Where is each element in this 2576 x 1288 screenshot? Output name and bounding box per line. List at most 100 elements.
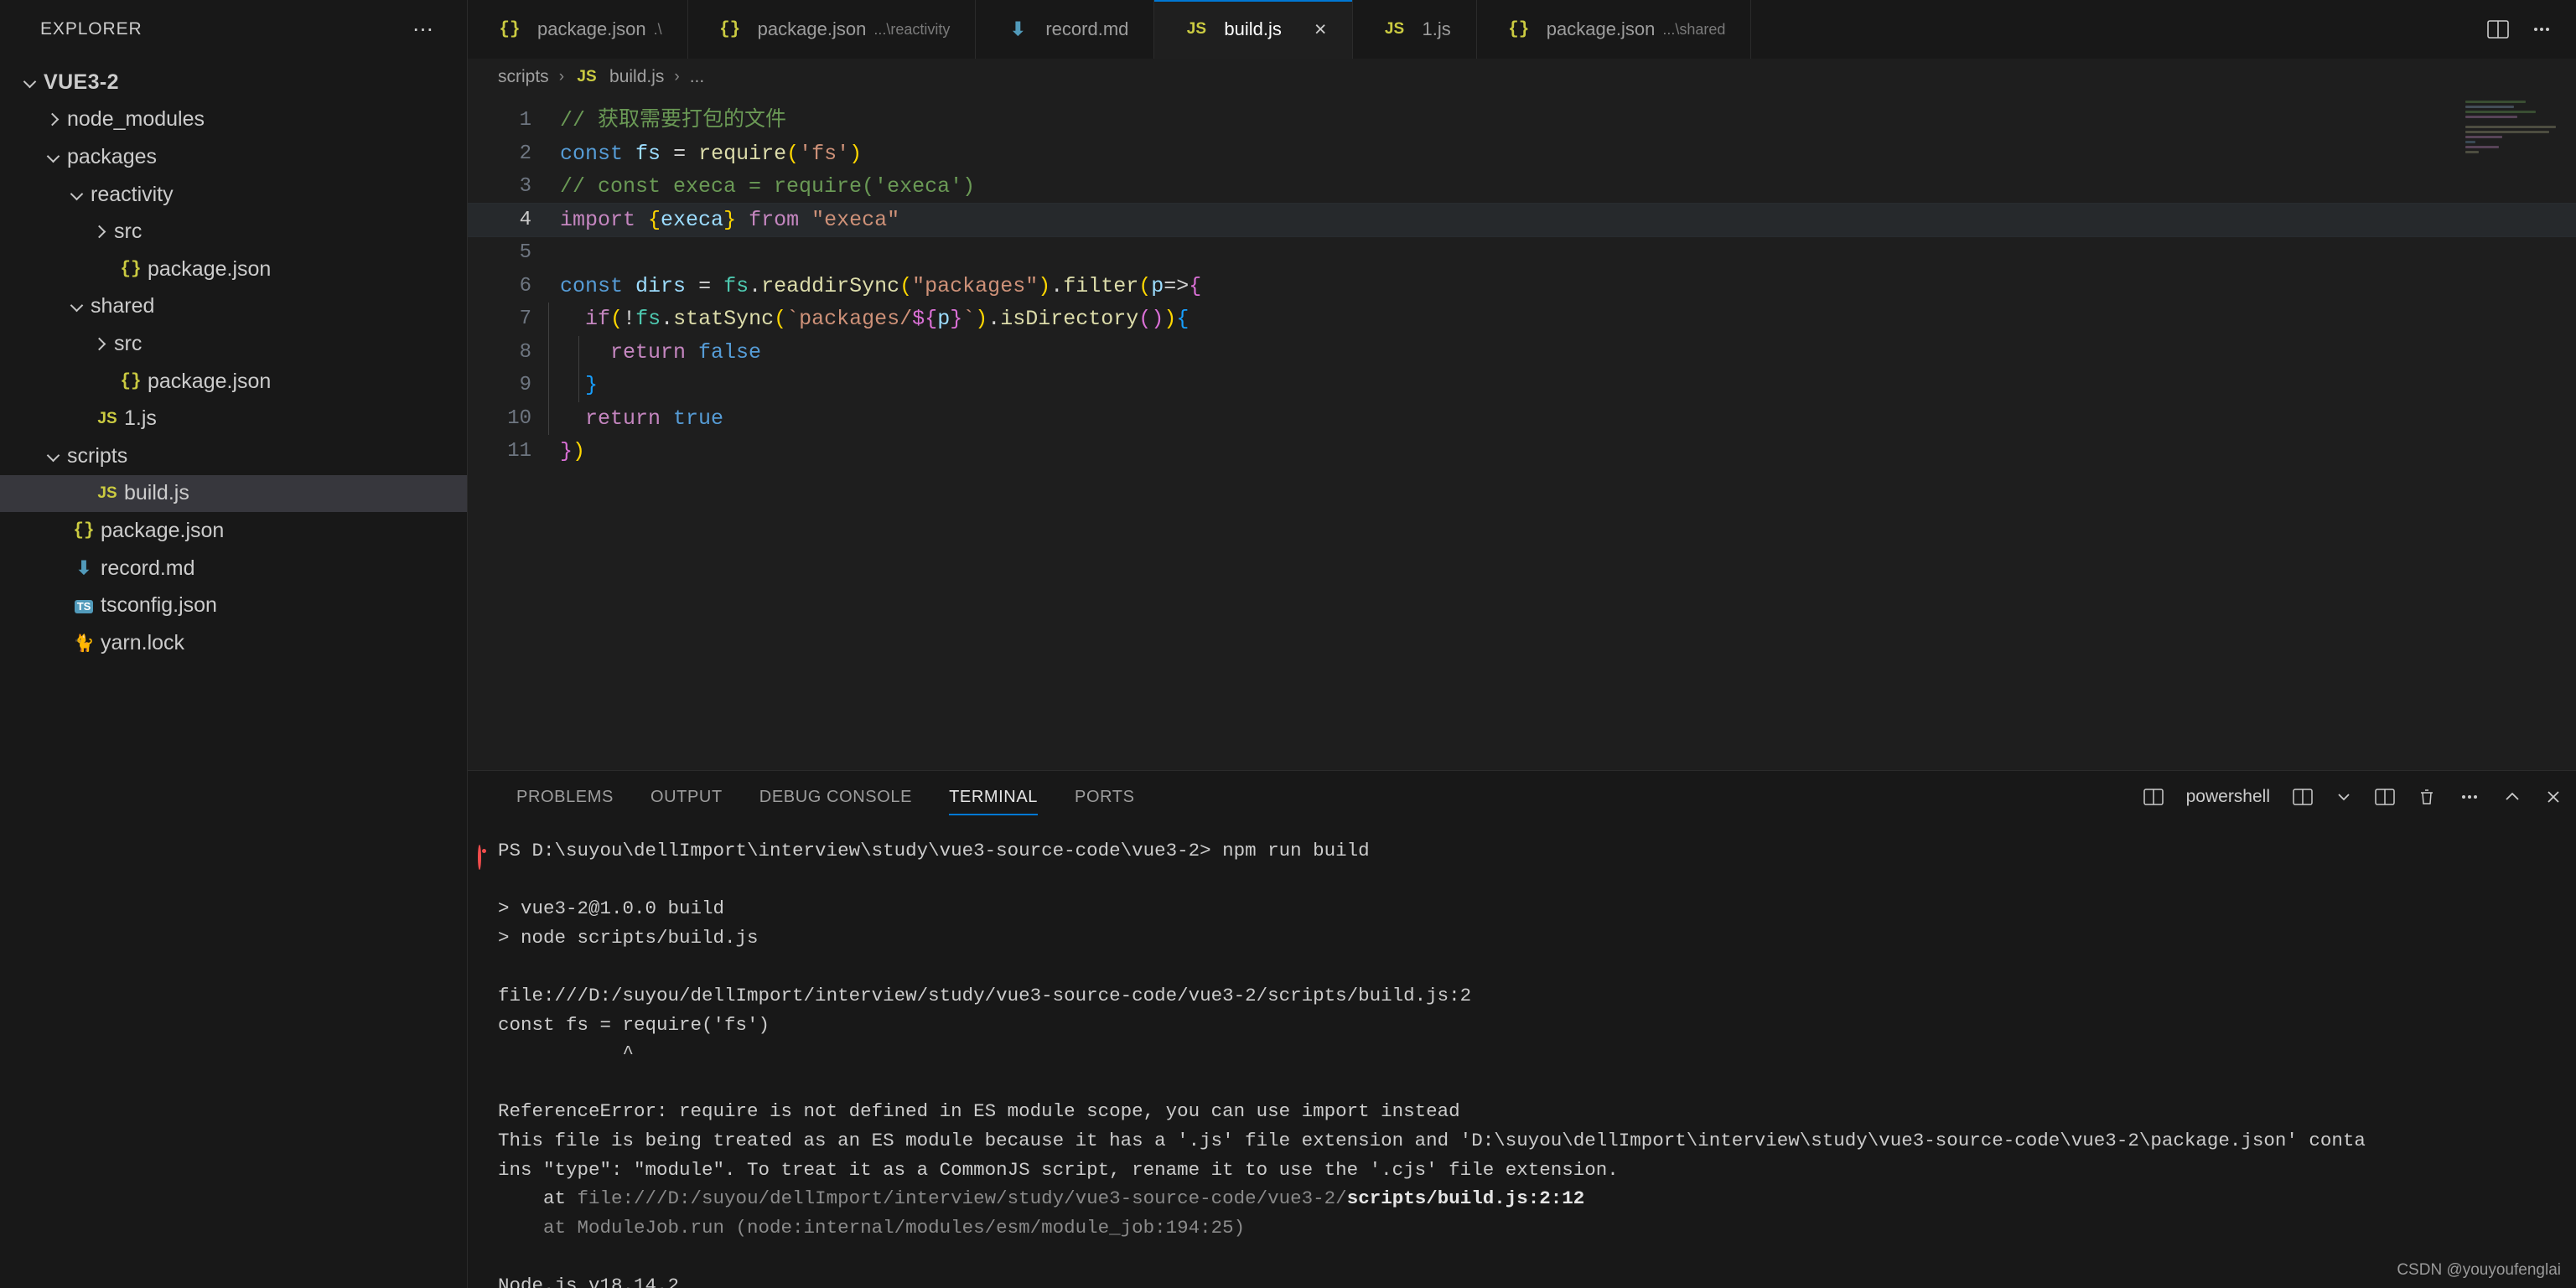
panel-tab-output[interactable]: OUTPUT xyxy=(632,771,741,823)
chevron-down-icon[interactable] xyxy=(2335,789,2352,805)
tree-item-shared[interactable]: shared xyxy=(0,288,467,326)
tab-path-label: .\ xyxy=(653,20,662,38)
terminal-output[interactable]: PS D:\suyou\dellImport\interview\study\v… xyxy=(468,823,2576,1288)
tree-item-scripts[interactable]: scripts xyxy=(0,437,467,475)
yarn-icon: 🐈 xyxy=(73,634,95,653)
tree-item-src[interactable]: src xyxy=(0,213,467,251)
terminal-line-text: > node scripts/build.js xyxy=(498,926,759,949)
code-lines: 1 // 获取需要打包的文件 2 const fs = require('fs') 3 /… xyxy=(468,96,2576,468)
tab-label: record.md xyxy=(1045,18,1129,39)
chevron-up-icon[interactable] xyxy=(2503,789,2522,805)
tree-item-node-modules[interactable]: node_modules xyxy=(0,101,467,139)
terminal-line: ins "type": "module". To treat it as a C… xyxy=(468,1156,2576,1185)
more-actions-icon[interactable] xyxy=(2459,788,2480,806)
editor-tab-package-json-1[interactable]: {} package.json ...\reactivity xyxy=(687,0,977,59)
terminal-line-text: PS D:\suyou\dellImport\interview\study\v… xyxy=(498,840,1370,861)
tab-label: 1.js xyxy=(1422,18,1451,39)
breadcrumb-item[interactable]: scripts xyxy=(498,67,549,87)
line-content: return true xyxy=(548,401,723,435)
editor-tab-1-js[interactable]: JS 1.js xyxy=(1352,0,1477,59)
terminal-line: ^ xyxy=(468,1039,2576,1068)
editor-tab-package-json-0[interactable]: {} package.json .\ xyxy=(468,0,688,59)
terminal-line-text: file:///D:/suyou/dellImport/interview/st… xyxy=(498,984,1472,1006)
tree-item-reactivity[interactable]: reactivity xyxy=(0,176,467,214)
tree-item-label: build.js xyxy=(124,481,189,505)
js-icon: JS xyxy=(577,68,597,85)
new-terminal-icon[interactable] xyxy=(2143,789,2164,805)
json-icon: {} xyxy=(73,520,95,541)
code-line: 3 // const execa = require('execa') xyxy=(468,170,2576,204)
terminal-line: const fs = require('fs') xyxy=(468,1011,2576,1040)
tab-label: package.json xyxy=(757,18,867,39)
tree-item-label: reactivity xyxy=(91,182,174,206)
editor-tab-package-json-5[interactable]: {} package.json ...\shared xyxy=(1476,0,1752,59)
markdown-icon: ⬇ xyxy=(75,557,92,579)
ellipsis-icon[interactable]: ⋯ xyxy=(412,19,435,40)
breadcrumb-item[interactable]: ... xyxy=(690,67,705,87)
split-terminal-icon[interactable] xyxy=(2375,789,2395,805)
tree-item-label: record.md xyxy=(101,556,195,580)
line-content: } xyxy=(548,369,598,402)
tab-close-icon[interactable]: × xyxy=(1314,19,1327,40)
code-line: 9 } xyxy=(468,369,2576,402)
tree-root-vue3-2[interactable]: VUE3-2 xyxy=(0,64,467,101)
tree-item-src[interactable]: src xyxy=(0,325,467,363)
terminal-line-text: ^ xyxy=(498,1042,635,1065)
editor-tabs: {} package.json .\ {} package.json ...\reacti… xyxy=(468,0,2464,59)
panel-tab-debug-console[interactable]: DEBUG CONSOLE xyxy=(741,771,930,823)
tree-item-yarn-lock[interactable]: 🐈 yarn.lock xyxy=(0,624,467,662)
code-line: 8 return false xyxy=(468,335,2576,369)
code-line: 5 xyxy=(468,236,2576,270)
panel-tab-ports[interactable]: PORTS xyxy=(1056,771,1153,823)
line-content: // const execa = require('execa') xyxy=(560,174,976,199)
line-number: 2 xyxy=(519,142,531,165)
terminal-line: at ModuleJob.run (node:internal/modules/… xyxy=(468,1213,2576,1243)
terminal-name-label[interactable]: powershell xyxy=(2186,787,2270,807)
js-icon: JS xyxy=(1384,20,1405,38)
split-editor-icon[interactable] xyxy=(2487,20,2509,39)
line-content: const dirs = fs.readdirSync("packages").… xyxy=(560,273,1202,298)
tree-item-1-js[interactable]: JS 1.js xyxy=(0,400,467,437)
line-number: 6 xyxy=(519,274,531,297)
new-terminal-split-icon[interactable] xyxy=(2293,789,2313,805)
line-number: 7 xyxy=(519,308,531,330)
tree-item-package-json[interactable]: {} package.json xyxy=(0,363,467,401)
tab-path-label: ...\shared xyxy=(1662,20,1726,38)
code-line: 7 if(!fs.statSync(`packages/${p}`).isDir… xyxy=(468,303,2576,336)
json-icon: {} xyxy=(120,371,142,391)
editor-tabbar: {} package.json .\ {} package.json ...\reacti… xyxy=(468,0,2576,59)
tree-item-package-json[interactable]: {} package.json xyxy=(0,251,467,288)
terminal-line-text: at ModuleJob.run (node:internal/modules/… xyxy=(498,1216,1246,1239)
markdown-icon: ⬇ xyxy=(1010,18,1026,39)
code-editor[interactable]: 1 // 获取需要打包的文件 2 const fs = require('fs') 3 /… xyxy=(468,96,2576,770)
close-icon[interactable] xyxy=(2544,789,2563,805)
tree-item-label: src xyxy=(114,331,143,355)
panel-tab-terminal[interactable]: TERMINAL xyxy=(930,771,1056,823)
chevron-down-icon xyxy=(62,183,91,207)
tab-label: package.json xyxy=(537,18,646,39)
chevron-down-icon xyxy=(39,145,67,169)
tree-item-label: src xyxy=(114,220,143,244)
more-actions-icon[interactable] xyxy=(2531,20,2553,39)
tree-item-packages[interactable]: packages xyxy=(0,138,467,176)
tabbar-actions xyxy=(2464,0,2576,59)
chevron-right-icon xyxy=(86,220,114,244)
tree-item-package-json[interactable]: {} package.json xyxy=(0,512,467,550)
tree-item-record-md[interactable]: ⬇ record.md xyxy=(0,550,467,587)
tree-item-tsconfig-json[interactable]: TS tsconfig.json xyxy=(0,587,467,624)
editor-tab-build-js[interactable]: JS build.js × xyxy=(1154,0,1353,59)
json-icon: {} xyxy=(499,19,521,39)
breadcrumb-item[interactable]: build.js xyxy=(609,67,664,87)
tree-item-label: yarn.lock xyxy=(101,630,185,654)
line-number: 1 xyxy=(519,109,531,132)
trash-icon[interactable] xyxy=(2418,788,2436,806)
line-number: 10 xyxy=(507,406,531,430)
panel-tab-problems[interactable]: PROBLEMS xyxy=(498,771,632,823)
tree-item-build-js[interactable]: JS build.js xyxy=(0,474,467,513)
tree-item-label: scripts xyxy=(67,443,128,468)
terminal-line-text: Node.js v18.14.2 xyxy=(498,1274,680,1288)
explorer-title: EXPLORER xyxy=(40,19,143,39)
json-icon: {} xyxy=(1508,19,1530,39)
editor-tab-record-md[interactable]: ⬇ record.md xyxy=(976,0,1155,59)
